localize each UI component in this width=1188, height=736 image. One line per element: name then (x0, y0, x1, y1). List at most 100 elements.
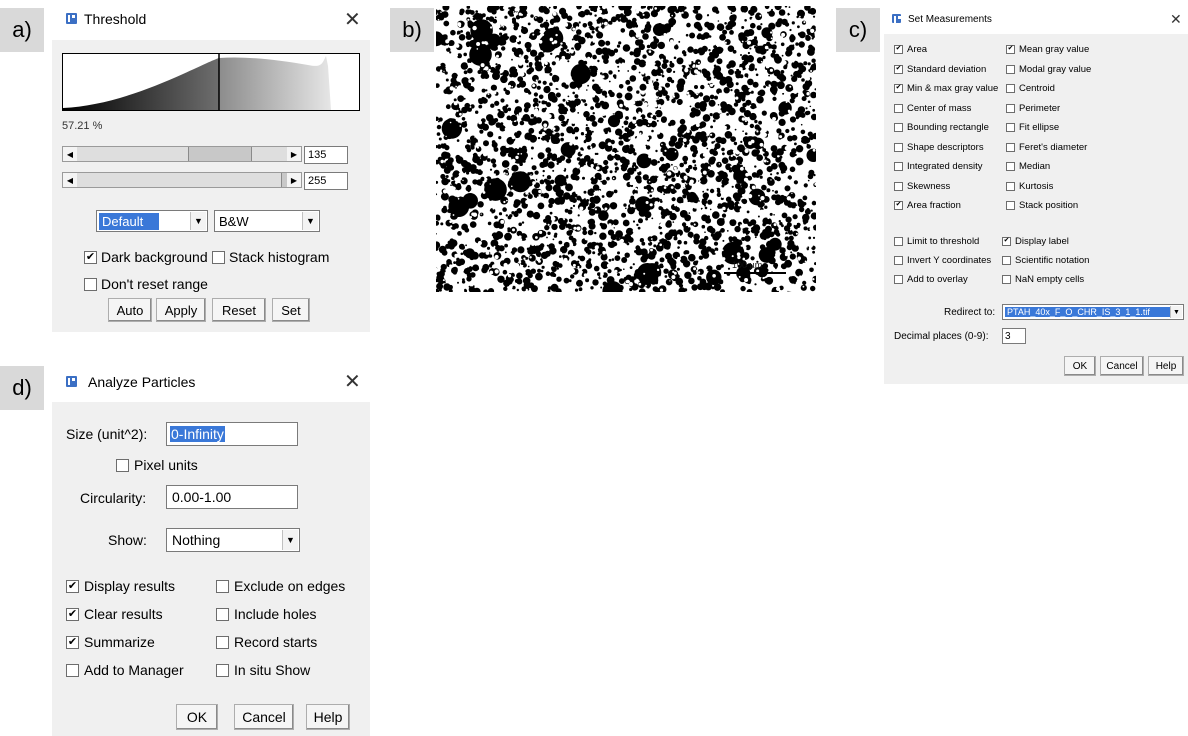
slider-right-arrow-icon[interactable]: ▶ (287, 147, 301, 161)
skewness-checkbox[interactable]: Skewness (894, 181, 950, 192)
mean-gray-value-checkbox[interactable]: Mean gray value (1006, 44, 1089, 55)
nan-empty-cells-checkbox[interactable]: NaN empty cells (1002, 274, 1084, 285)
display-results-checkbox[interactable]: Display results (66, 578, 175, 594)
in-situ-show-checkbox[interactable]: In situ Show (216, 662, 310, 678)
show-select[interactable]: Nothing ▼ (166, 528, 300, 552)
cancel-button[interactable]: Cancel (1100, 356, 1144, 376)
scientific-notation-checkbox[interactable]: Scientific notation (1002, 255, 1089, 266)
limit-to-threshold-checkbox[interactable]: Limit to threshold (894, 236, 979, 247)
checkbox-box[interactable] (116, 458, 129, 472)
slider-thumb[interactable] (188, 147, 252, 161)
checkbox-box[interactable] (66, 635, 79, 649)
checkbox-box[interactable] (894, 237, 903, 246)
area-fraction-checkbox[interactable]: Area fraction (894, 200, 961, 211)
checkbox-box[interactable] (894, 83, 903, 93)
checkbox-box[interactable] (894, 162, 903, 171)
perimeter-checkbox[interactable]: Perimeter (1006, 103, 1060, 114)
summarize-checkbox[interactable]: Summarize (66, 634, 155, 650)
checkbox-box[interactable] (894, 142, 903, 152)
size-field[interactable]: 0-Infinity (166, 422, 298, 446)
centroid-checkbox[interactable]: Centroid (1006, 83, 1055, 94)
cancel-button[interactable]: Cancel (234, 704, 294, 730)
redirect-select[interactable]: PTAH_40x_F_O_CHR_IS_3_1_1.tif ▼ (1002, 304, 1184, 320)
checkbox-box[interactable] (66, 579, 79, 593)
invert-y-coordinates-checkbox[interactable]: Invert Y coordinates (894, 255, 991, 266)
close-icon[interactable]: ✕ (344, 372, 361, 392)
chevron-down-icon[interactable]: ▼ (282, 530, 298, 550)
chevron-down-icon[interactable]: ▼ (1170, 306, 1182, 318)
max-threshold-slider[interactable]: ◀ ▶ (62, 172, 302, 188)
checkbox-box[interactable] (1006, 103, 1015, 113)
dont-reset-range-checkbox[interactable]: Don't reset range (84, 276, 208, 292)
record-starts-checkbox[interactable]: Record starts (216, 634, 317, 650)
checkbox-box[interactable] (1006, 64, 1015, 74)
checkbox-box[interactable] (212, 250, 225, 264)
help-button[interactable]: Help (1148, 356, 1184, 376)
ok-button[interactable]: OK (1064, 356, 1096, 376)
include-holes-checkbox[interactable]: Include holes (216, 606, 317, 622)
add-to-manager-checkbox[interactable]: Add to Manager (66, 662, 184, 678)
checkbox-box[interactable] (894, 123, 903, 132)
checkbox-box[interactable] (894, 181, 903, 191)
modal-gray-value-checkbox[interactable]: Modal gray value (1006, 64, 1091, 75)
slider-left-arrow-icon[interactable]: ◀ (63, 147, 77, 161)
circularity-field[interactable]: 0.00-1.00 (166, 485, 298, 509)
checkbox-box[interactable] (216, 663, 229, 677)
min-max-gray-value-checkbox[interactable]: Min & max gray value (894, 83, 998, 94)
median-checkbox[interactable]: Median (1006, 161, 1050, 172)
checkbox-box[interactable] (894, 275, 903, 284)
checkbox-box[interactable] (1006, 44, 1015, 54)
dark-background-checkbox[interactable]: Dark background (84, 249, 208, 265)
checkbox-box[interactable] (1006, 201, 1015, 210)
area-checkbox[interactable]: Area (894, 44, 927, 55)
stack-histogram-checkbox[interactable]: Stack histogram (212, 249, 329, 265)
close-icon[interactable]: ✕ (344, 10, 361, 30)
close-icon[interactable]: ✕ (1170, 12, 1182, 26)
checkbox-box[interactable] (216, 607, 229, 621)
checkbox-box[interactable] (894, 256, 903, 265)
stack-position-checkbox[interactable]: Stack position (1006, 200, 1078, 211)
min-threshold-field[interactable]: 135 (304, 146, 348, 164)
mode-select[interactable]: B&W ▼ (214, 210, 320, 232)
exclude-on-edges-checkbox[interactable]: Exclude on edges (216, 578, 345, 594)
apply-button[interactable]: Apply (156, 298, 206, 322)
add-to-overlay-checkbox[interactable]: Add to overlay (894, 274, 968, 285)
feret-s-diameter-checkbox[interactable]: Feret's diameter (1006, 142, 1087, 153)
auto-button[interactable]: Auto (108, 298, 152, 322)
fit-ellipse-checkbox[interactable]: Fit ellipse (1006, 122, 1059, 133)
standard-deviation-checkbox[interactable]: Standard deviation (894, 64, 986, 75)
chevron-down-icon[interactable]: ▼ (190, 212, 206, 230)
checkbox-box[interactable] (894, 64, 903, 74)
ok-button[interactable]: OK (176, 704, 218, 730)
pixel-units-checkbox[interactable]: Pixel units (116, 457, 198, 473)
checkbox-box[interactable] (1006, 162, 1015, 171)
checkbox-box[interactable] (1006, 142, 1015, 152)
checkbox-box[interactable] (894, 44, 903, 54)
checkbox-box[interactable] (1002, 275, 1011, 284)
checkbox-box[interactable] (1006, 123, 1015, 132)
min-threshold-slider[interactable]: ◀ ▶ (62, 146, 302, 162)
display-label-checkbox[interactable]: Display label (1002, 236, 1069, 247)
integrated-density-checkbox[interactable]: Integrated density (894, 161, 983, 172)
chevron-down-icon[interactable]: ▼ (302, 212, 318, 230)
checkbox-box[interactable] (66, 663, 79, 677)
clear-results-checkbox[interactable]: Clear results (66, 606, 163, 622)
decimal-places-field[interactable]: 3 (1002, 328, 1026, 344)
reset-button[interactable]: Reset (212, 298, 266, 322)
set-button[interactable]: Set (272, 298, 310, 322)
checkbox-box[interactable] (894, 103, 903, 113)
help-button[interactable]: Help (306, 704, 350, 730)
checkbox-box[interactable] (66, 607, 79, 621)
checkbox-box[interactable] (1006, 181, 1015, 191)
checkbox-box[interactable] (1006, 84, 1015, 93)
checkbox-box[interactable] (216, 579, 229, 593)
max-threshold-field[interactable]: 255 (304, 172, 348, 190)
slider-right-arrow-icon[interactable]: ▶ (287, 173, 301, 187)
checkbox-box[interactable] (1002, 236, 1011, 246)
slider-left-arrow-icon[interactable]: ◀ (63, 173, 77, 187)
bounding-rectangle-checkbox[interactable]: Bounding rectangle (894, 122, 989, 133)
kurtosis-checkbox[interactable]: Kurtosis (1006, 181, 1053, 192)
method-select[interactable]: Default ▼ (96, 210, 208, 232)
checkbox-box[interactable] (894, 200, 903, 210)
center-of-mass-checkbox[interactable]: Center of mass (894, 103, 971, 114)
